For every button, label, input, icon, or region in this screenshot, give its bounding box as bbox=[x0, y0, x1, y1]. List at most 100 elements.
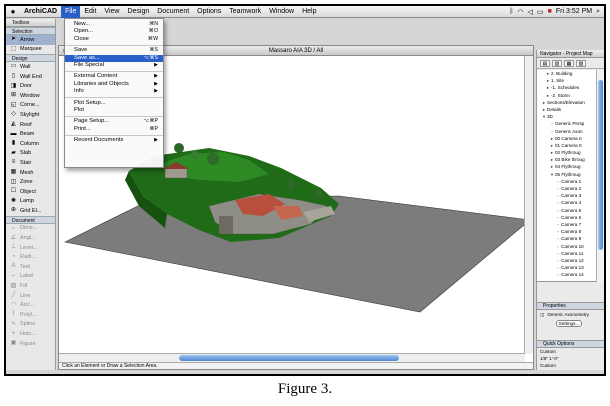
navigator-tree-item[interactable]: ◦ Camera 1 bbox=[537, 178, 597, 185]
navigator-tree-item[interactable]: ▸ 01 Camera 0 bbox=[537, 142, 597, 149]
tool-document-0[interactable]: ↔ Dime... bbox=[6, 224, 55, 234]
tool-design-9[interactable]: ▰ Slab bbox=[6, 149, 55, 159]
navigator-tree-item[interactable]: ▾ 05 Flythroug bbox=[537, 171, 597, 178]
tool-design-13[interactable]: ☐ Object bbox=[6, 187, 55, 197]
navigator-tree-item[interactable]: ▸ -2. Storm bbox=[537, 92, 597, 99]
navigator-tree-item[interactable]: ▸ Details bbox=[537, 106, 597, 113]
navigator-tree-item[interactable]: ◦ Camera 10 bbox=[537, 243, 597, 250]
tool-design-7[interactable]: ▬ Beam bbox=[6, 129, 55, 139]
quick-option-row[interactable]: Custom bbox=[537, 362, 604, 369]
file-menu-item[interactable]: Close ⌘W bbox=[65, 36, 163, 43]
navigator-tree-item[interactable]: ▸ 03 Bike throug bbox=[537, 156, 597, 163]
menu-teamwork[interactable]: Teamwork bbox=[225, 6, 265, 18]
tool-design-8[interactable]: ▮ Column bbox=[6, 139, 55, 149]
quick-option-row[interactable]: 1/8" 1'-0" bbox=[537, 355, 604, 362]
file-menu-item[interactable]: Print... ⌘P bbox=[65, 126, 163, 133]
tool-design-5[interactable]: ◇ Skylight bbox=[6, 110, 55, 120]
menu-file[interactable]: File bbox=[61, 6, 81, 18]
tool-design-6[interactable]: ◭ Roof bbox=[6, 120, 55, 130]
navigator-tree-item[interactable]: ▸ 2. Building bbox=[537, 70, 597, 77]
navigator-tree-item[interactable]: ◦ Camera 7 bbox=[537, 221, 597, 228]
navigator-tree-item[interactable]: ▸ 1. Site bbox=[537, 77, 597, 84]
file-menu-item[interactable]: Libraries and Objects ▶ bbox=[65, 81, 163, 88]
tool-document-1[interactable]: ∠ Angl... bbox=[6, 233, 55, 243]
menu-help[interactable]: Help bbox=[298, 6, 320, 18]
navigator-tree-item[interactable]: ◦ Camera 8 bbox=[537, 228, 597, 235]
menu-design[interactable]: Design bbox=[123, 6, 153, 18]
file-menu-item[interactable]: File Special ▶ bbox=[65, 62, 163, 69]
horizontal-scroll-thumb[interactable] bbox=[179, 355, 399, 361]
tool-marquee[interactable]: ⬚ Marquee bbox=[6, 45, 55, 55]
menu-view[interactable]: View bbox=[100, 6, 123, 18]
quick-option-row[interactable]: Custom bbox=[537, 348, 604, 355]
menu-document[interactable]: Document bbox=[153, 6, 193, 18]
navigator-tree-item[interactable]: ◦ Generic Axon bbox=[537, 128, 597, 135]
tool-design-0[interactable]: ▭ Wall bbox=[6, 62, 55, 72]
navigator-tree-item[interactable]: ▸ 02 Flythroug bbox=[537, 149, 597, 156]
tool-design-3[interactable]: ⊞ Window bbox=[6, 91, 55, 101]
tool-design-10[interactable]: ≡ Stair bbox=[6, 158, 55, 168]
view-map-icon[interactable]: ▥ bbox=[552, 60, 562, 67]
battery-icon[interactable]: ▭ bbox=[537, 8, 544, 16]
menu-window[interactable]: Window bbox=[265, 6, 298, 18]
tool-document-6[interactable]: ▧ Fill bbox=[6, 281, 55, 291]
navigator-tree-item[interactable]: ◦ Camera 14 bbox=[537, 271, 597, 278]
navigator-tree-item[interactable]: ▸ 04 Flythroug bbox=[537, 163, 597, 170]
navigator-tree-item[interactable]: ◦ Camera 4 bbox=[537, 199, 597, 206]
tool-design-14[interactable]: ✺ Lamp bbox=[6, 197, 55, 207]
navigator-tree-item[interactable]: ◦ Camera 3 bbox=[537, 192, 597, 199]
toolbox-document-section[interactable]: Document bbox=[6, 215, 55, 224]
file-menu-item[interactable]: Save ⌘S bbox=[65, 47, 163, 54]
menu-edit[interactable]: Edit bbox=[80, 6, 100, 18]
layout-book-icon[interactable]: ▦ bbox=[564, 60, 574, 67]
file-menu-item[interactable]: Recent Documents ▶ bbox=[65, 137, 163, 144]
file-menu-item[interactable]: Plot Setup... bbox=[65, 100, 163, 107]
toolbox-selection-section[interactable]: Selection bbox=[6, 27, 55, 35]
menu-clock[interactable]: Fri 3:52 PM bbox=[556, 8, 592, 15]
settings-button[interactable]: Settings... bbox=[556, 320, 582, 327]
navigator-tree-item[interactable]: ◦ Camera 2 bbox=[537, 185, 597, 192]
tool-arrow[interactable]: ➤ Arrow bbox=[6, 35, 55, 45]
tool-document-10[interactable]: ∿ Spline bbox=[6, 320, 55, 330]
tool-design-12[interactable]: ◫ Zone bbox=[6, 177, 55, 187]
toolbox-design-section[interactable]: Design bbox=[6, 54, 55, 63]
file-menu-item[interactable]: External Content ▶ bbox=[65, 73, 163, 80]
tool-design-1[interactable]: ▯ Wall End bbox=[6, 72, 55, 82]
quick-options-title[interactable]: Quick Options bbox=[537, 340, 604, 348]
flag-icon[interactable]: ■ bbox=[548, 8, 552, 15]
tool-design-4[interactable]: ◱ Corne... bbox=[6, 101, 55, 111]
properties-title[interactable]: Properties bbox=[537, 302, 604, 310]
file-menu-item[interactable]: Info ▶ bbox=[65, 88, 163, 95]
project-map-icon[interactable]: ▤ bbox=[540, 60, 550, 67]
navigator-tree-item[interactable]: ▸ Sections/Elevation bbox=[537, 99, 597, 106]
volume-icon[interactable]: ◁ bbox=[528, 8, 533, 16]
navigator-tree-item[interactable]: ◦ Camera 13 bbox=[537, 264, 597, 271]
navigator-scrollbar[interactable] bbox=[596, 70, 604, 282]
menu-app[interactable]: ArchiCAD bbox=[20, 6, 61, 18]
file-menu-item[interactable]: New... ⌘N bbox=[65, 21, 163, 28]
navigator-scroll-thumb[interactable] bbox=[598, 80, 603, 250]
tool-document-8[interactable]: ◠ Arc/... bbox=[6, 300, 55, 310]
navigator-tree-item[interactable]: ◦ Camera 12 bbox=[537, 257, 597, 264]
file-menu-item[interactable]: Plot bbox=[65, 107, 163, 114]
navigator-tree-item[interactable]: ◦ Camera 9 bbox=[537, 235, 597, 242]
navigator-tree-item[interactable]: ◦ Camera 11 bbox=[537, 250, 597, 257]
menu-options[interactable]: Options bbox=[193, 6, 225, 18]
file-menu-item[interactable]: Page Setup... ⌥⌘P bbox=[65, 118, 163, 125]
tool-design-2[interactable]: ◨ Door bbox=[6, 81, 55, 91]
file-menu-item[interactable]: Open... ⌘O bbox=[65, 28, 163, 35]
tool-document-11[interactable]: + Hots... bbox=[6, 329, 55, 339]
file-menu-item[interactable]: Save as... ⌥⌘S bbox=[65, 54, 163, 62]
navigator-tree-item[interactable]: ▸ 00 Camera 0 bbox=[537, 135, 597, 142]
vertical-scrollbar[interactable] bbox=[524, 56, 533, 354]
tool-document-7[interactable]: ╱ Line bbox=[6, 291, 55, 301]
publisher-icon[interactable]: ▧ bbox=[576, 60, 586, 67]
tool-design-15[interactable]: ⊕ Grid El... bbox=[6, 206, 55, 216]
navigator-tree-item[interactable]: ◦ Generic Persp bbox=[537, 120, 597, 127]
horizontal-scrollbar[interactable] bbox=[59, 353, 525, 362]
navigator-tree-item[interactable]: ▸ -1. Schedules bbox=[537, 84, 597, 91]
tool-document-12[interactable]: ▣ Figure bbox=[6, 339, 55, 349]
tool-document-3[interactable]: ◔ Radi... bbox=[6, 252, 55, 262]
navigator-tree-item[interactable]: ◦ Camera 6 bbox=[537, 214, 597, 221]
wifi-icon[interactable]: ◠ bbox=[518, 8, 524, 16]
